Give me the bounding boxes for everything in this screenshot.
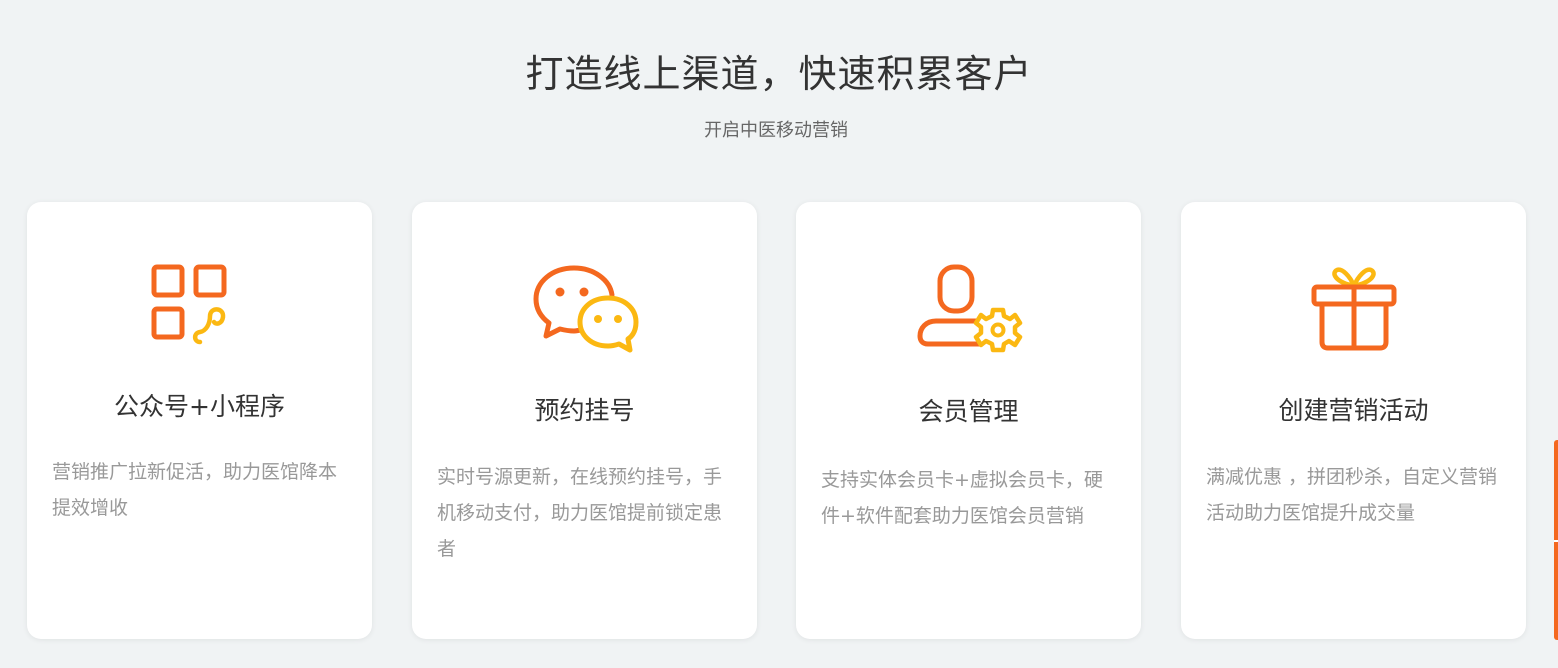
card-title: 公众号+小程序 (114, 392, 285, 421)
wechat-chat-icon (412, 262, 757, 358)
card-title: 创建营销活动 (1278, 396, 1429, 425)
card-description: 满减优惠 ，拼团秒杀，自定义营销活动助力医馆提升成交量 (1206, 466, 1498, 524)
section-subtitle: 开启中医移动营销 (704, 120, 848, 141)
feature-card-membership[interactable]: 会员管理 支持实体会员卡+虚拟会员卡，硬件+软件配套助力医馆会员营销 (796, 202, 1141, 639)
side-float-tab-divider (1554, 540, 1558, 542)
card-title: 预约挂号 (534, 396, 635, 425)
card-title: 会员管理 (918, 397, 1019, 426)
feature-card-marketing[interactable]: 创建营销活动 满减优惠 ，拼团秒杀，自定义营销活动助力医馆提升成交量 (1181, 202, 1526, 639)
feature-card-miniprogram[interactable]: 公众号+小程序 营销推广拉新促活，助力医馆降本提效增收 (27, 202, 372, 639)
feature-card-appointment[interactable]: 预约挂号 实时号源更新，在线预约挂号，手机移动支付，助力医馆提前锁定患者 (412, 202, 757, 639)
card-description: 实时号源更新，在线预约挂号，手机移动支付，助力医馆提前锁定患者 (437, 466, 723, 560)
qrcode-miniprogram-icon (27, 262, 372, 358)
section-title: 打造线上渠道，快速积累客户 (525, 52, 1033, 96)
member-settings-icon (796, 262, 1141, 358)
card-description: 营销推广拉新促活，助力医馆降本提效增收 (52, 461, 338, 519)
card-description: 支持实体会员卡+虚拟会员卡，硬件+软件配套助力医馆会员营销 (821, 469, 1103, 527)
gift-icon (1181, 262, 1526, 358)
